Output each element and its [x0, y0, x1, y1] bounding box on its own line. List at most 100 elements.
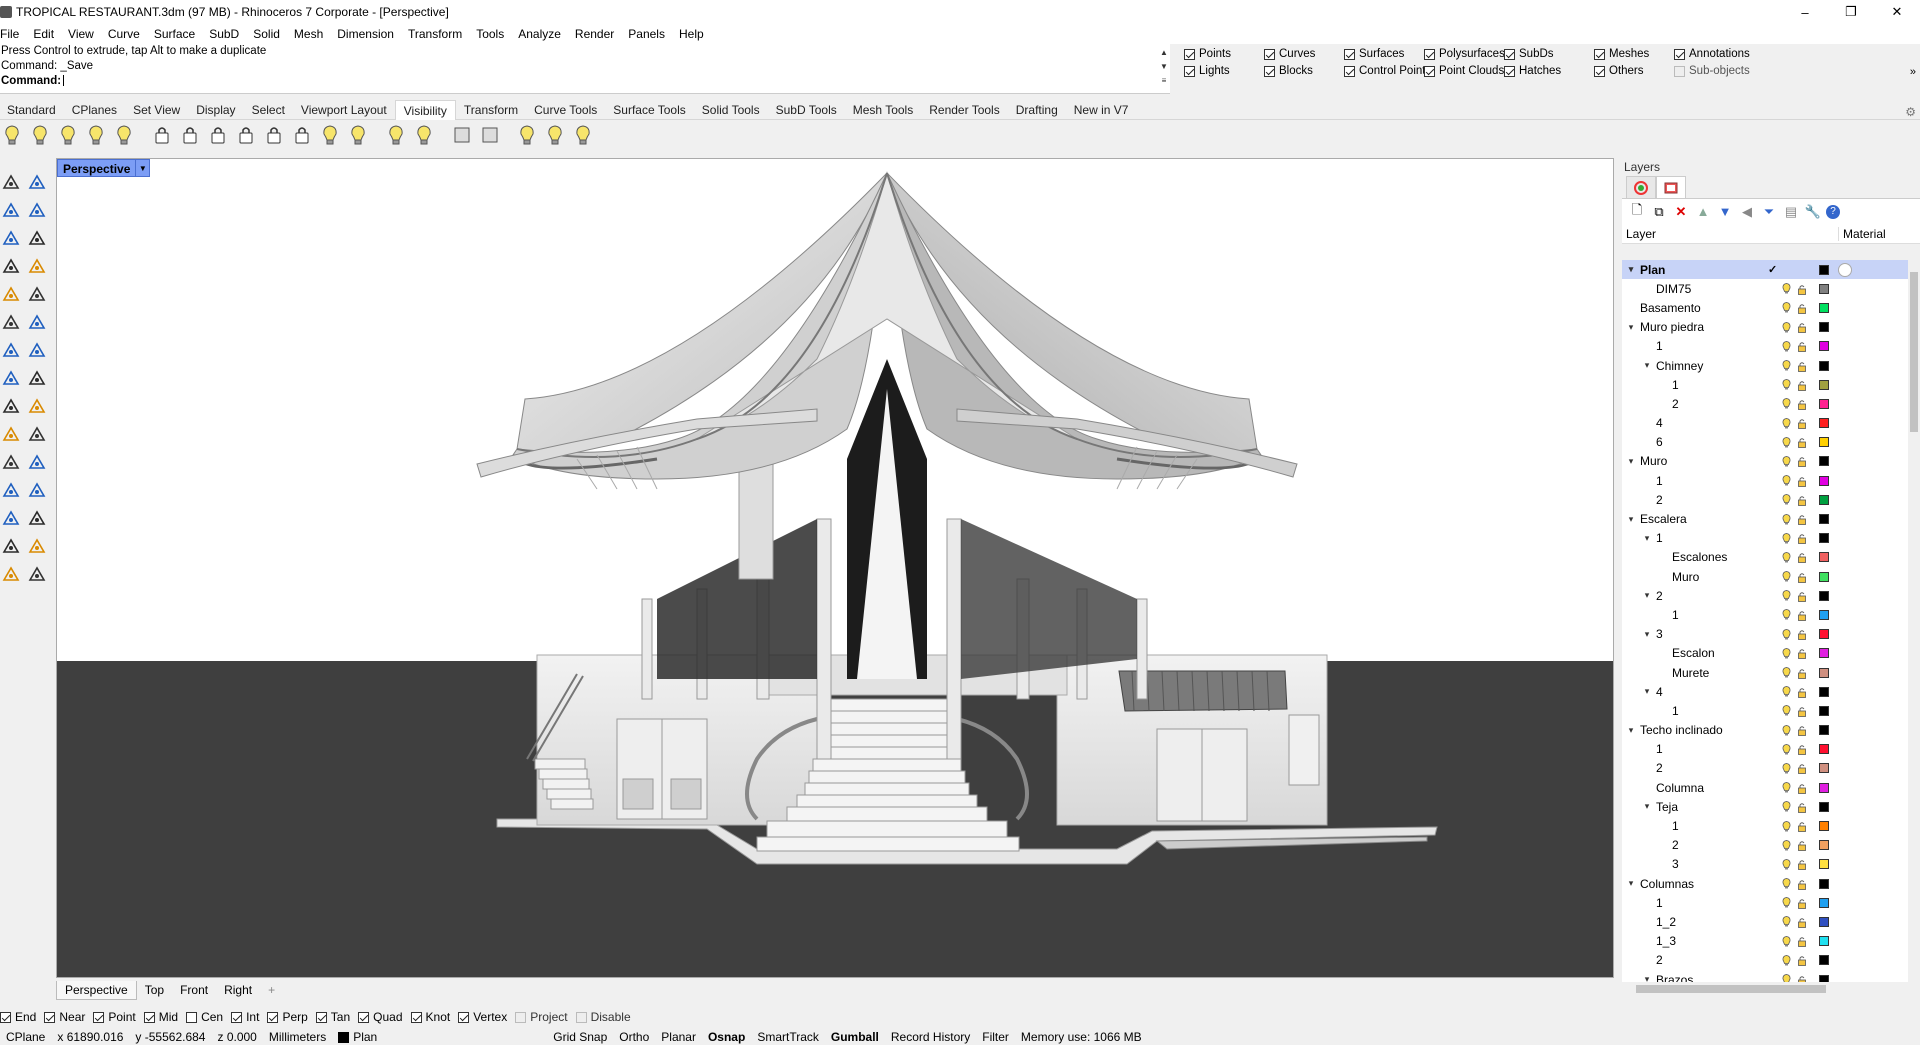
select-pointer-icon[interactable]	[0, 171, 22, 193]
layer-row[interactable]: 4	[1622, 414, 1908, 433]
layer-color-swatch[interactable]	[1819, 609, 1829, 620]
layer-row[interactable]: Columna	[1622, 778, 1908, 797]
status-toggle-osnap[interactable]: Osnap	[702, 1030, 751, 1044]
status-toggle-grid-snap[interactable]: Grid Snap	[383, 1030, 613, 1044]
osnap-project[interactable]: Project	[515, 1010, 568, 1024]
lightbulb-icon[interactable]	[1782, 859, 1791, 870]
layer-color-swatch[interactable]	[1819, 360, 1829, 371]
isolate-icon[interactable]	[450, 123, 473, 147]
layer-color-swatch[interactable]	[1819, 648, 1829, 659]
layer-color-swatch[interactable]	[1819, 437, 1829, 448]
filter-blocks[interactable]: Blocks	[1264, 65, 1313, 77]
unlock-icon[interactable]	[1798, 380, 1807, 391]
chevron-right-icon[interactable]: »	[1910, 66, 1916, 78]
layer-row[interactable]: Muro	[1622, 567, 1908, 586]
scroll-down-icon[interactable]: ▼	[1160, 60, 1168, 74]
filter-control-points[interactable]: Control Points	[1344, 65, 1431, 77]
layer-name[interactable]: Escalera	[1640, 512, 1687, 526]
layer-row[interactable]: ▾ Muro	[1622, 452, 1908, 471]
command-scrollbar[interactable]: ▲ ▼ ≡	[1158, 46, 1170, 92]
lightbulb-icon[interactable]	[1782, 897, 1791, 908]
show-points-icon[interactable]	[412, 123, 435, 147]
unlock-icon[interactable]	[1798, 284, 1807, 295]
layer-color-swatch[interactable]	[1819, 341, 1829, 352]
layer-name[interactable]: Escalon	[1672, 646, 1715, 660]
menu-curve[interactable]: Curve	[101, 27, 147, 41]
unlock-icon[interactable]	[1798, 668, 1807, 679]
layer-row[interactable]: DIM75	[1622, 279, 1908, 298]
checkbox[interactable]	[1184, 48, 1195, 60]
unlock-icon[interactable]	[1798, 783, 1807, 794]
layer-row[interactable]: 1	[1622, 605, 1908, 624]
status-toggle-planar[interactable]: Planar	[655, 1030, 702, 1044]
unlock-icon[interactable]	[1798, 955, 1807, 967]
lightbulb-icon[interactable]	[1782, 494, 1791, 505]
layer-name[interactable]: Muro piedra	[1640, 320, 1704, 334]
hide-points-icon[interactable]	[318, 123, 341, 147]
lightbulb-icon[interactable]	[1782, 283, 1791, 294]
chevron-down-icon[interactable]: ▾	[1642, 360, 1652, 371]
layer-name[interactable]: 3	[1672, 857, 1679, 871]
checkbox[interactable]	[1424, 65, 1435, 77]
layer-row[interactable]: 1	[1622, 337, 1908, 356]
unlock-icon[interactable]	[1798, 322, 1807, 334]
layer-name[interactable]: 1	[1672, 819, 1679, 833]
chevron-down-icon[interactable]: ▾	[1642, 686, 1652, 697]
layer-row[interactable]: Escalon	[1622, 644, 1908, 663]
layer-row[interactable]: Escalones	[1622, 548, 1908, 567]
extrude-icon[interactable]	[0, 367, 22, 389]
viewport-tab-top[interactable]: Top	[137, 983, 172, 997]
osnap-point[interactable]: Point	[93, 1010, 136, 1024]
menu-subd[interactable]: SubD	[202, 27, 246, 41]
checkbox[interactable]	[93, 1011, 105, 1023]
layer-name[interactable]: 1	[1656, 742, 1663, 756]
filter-point-clouds[interactable]: Point Clouds	[1424, 65, 1504, 77]
unlock-icon-icon[interactable]	[262, 123, 285, 147]
layer-name[interactable]: 2	[1656, 493, 1663, 507]
new-sublayer-icon[interactable]: ⧉	[1650, 203, 1668, 221]
current-layer[interactable]: Plan	[332, 1030, 383, 1044]
unlock-objects-icon[interactable]	[206, 123, 229, 147]
wrench-icon[interactable]: 🔧	[1804, 203, 1822, 221]
layer-name[interactable]: Teja	[1656, 800, 1678, 814]
chevron-down-icon[interactable]: ▾	[1626, 514, 1636, 525]
menu-analyze[interactable]: Analyze	[511, 27, 568, 41]
unhide-all-icon[interactable]	[112, 123, 135, 147]
unlock-icon[interactable]	[1798, 840, 1807, 852]
layer-color-swatch[interactable]	[1819, 379, 1829, 390]
point-icon[interactable]	[26, 171, 48, 193]
lightbulb-icon[interactable]	[1782, 532, 1791, 544]
unlock-icon[interactable]	[1798, 341, 1807, 353]
tab-drafting[interactable]: Drafting	[1008, 100, 1066, 120]
layer-name[interactable]: Escalones	[1672, 550, 1727, 564]
sphere-icon[interactable]	[26, 339, 48, 361]
tab-visibility[interactable]: Visibility	[394, 99, 456, 120]
unlock-icon[interactable]	[1798, 610, 1807, 621]
lightbulb-icon[interactable]	[1782, 820, 1791, 832]
lightbulb-icon[interactable]	[1782, 571, 1791, 582]
add-viewport-tab-icon[interactable]: +	[260, 983, 283, 997]
layer-name[interactable]: Murete	[1672, 666, 1709, 680]
unlock-icon[interactable]	[1798, 495, 1807, 506]
unisolate-icon[interactable]	[478, 123, 501, 147]
layer-name[interactable]: Muro	[1640, 454, 1667, 468]
status-toggle-record-history[interactable]: Record History	[885, 1030, 976, 1044]
layer-row[interactable]: ▾ Columnas	[1622, 874, 1908, 893]
show-edit-points-icon[interactable]	[384, 123, 407, 147]
lock-icon-icon[interactable]	[234, 123, 257, 147]
layer-row[interactable]: 1	[1622, 701, 1908, 720]
menu-file[interactable]: File	[0, 27, 26, 41]
lightbulb-icon[interactable]	[1782, 379, 1791, 390]
tab-subd-tools[interactable]: SubD Tools	[768, 100, 845, 120]
chevron-down-icon[interactable]: ▾	[1642, 629, 1652, 640]
layer-row[interactable]: 1_3	[1622, 932, 1908, 951]
checkbox[interactable]	[1594, 65, 1605, 77]
checkbox[interactable]	[1264, 65, 1275, 77]
lightbulb-icon[interactable]	[1782, 513, 1791, 525]
unlock-icon[interactable]	[1798, 744, 1807, 756]
unlock-icon[interactable]	[1798, 706, 1807, 717]
chevron-down-icon[interactable]: ▾	[1626, 878, 1636, 889]
layer-color-swatch[interactable]	[1819, 821, 1829, 832]
unlock-icon[interactable]	[1798, 763, 1807, 775]
layer-row[interactable]: 3	[1622, 855, 1908, 874]
